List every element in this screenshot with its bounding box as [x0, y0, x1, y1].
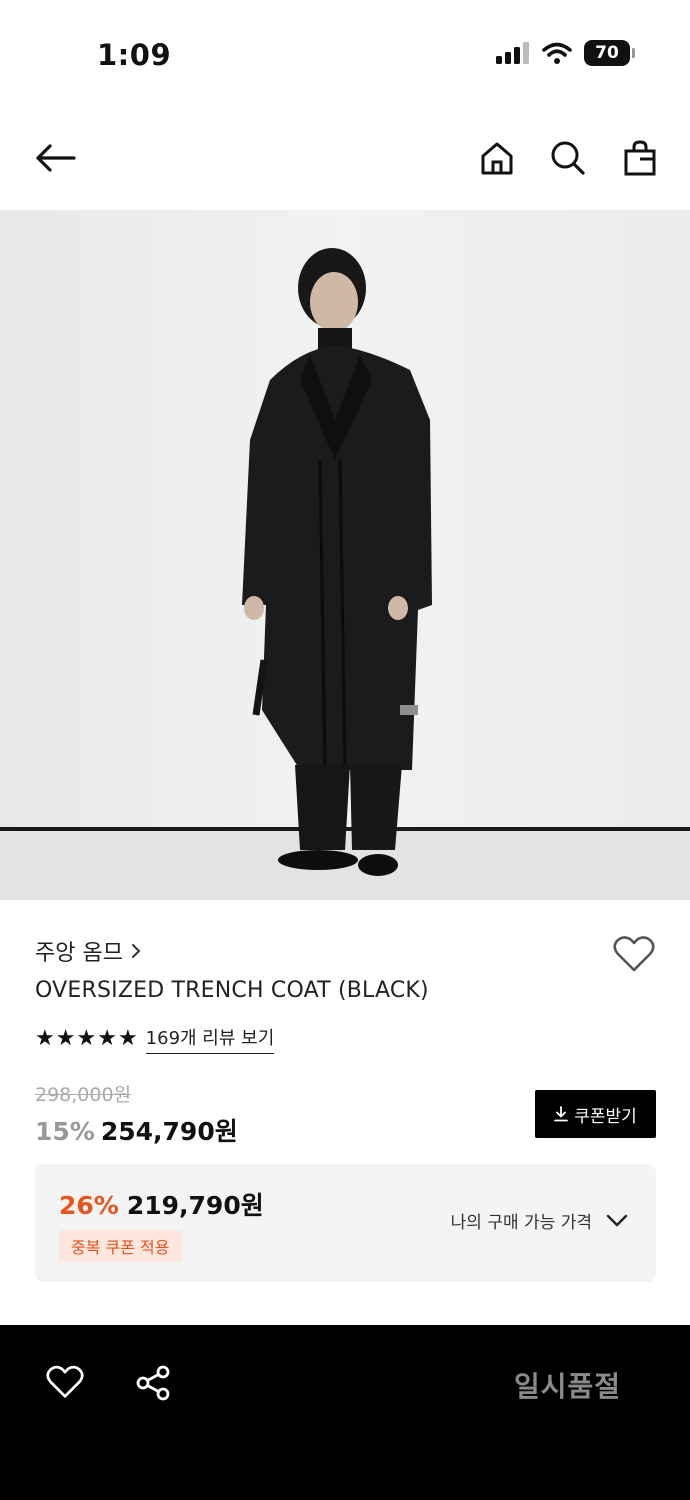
original-price: 298,000원 [35, 1084, 132, 1106]
best-price-box[interactable]: 26% 219,790원 중복 쿠폰 적용 나의 구매 가능 가격 [35, 1164, 656, 1282]
status-time: 1:09 [97, 38, 172, 72]
best-discount-rate: 26% [59, 1191, 119, 1220]
price-row: 15% 254,790원 [35, 1112, 238, 1148]
top-nav [0, 120, 690, 200]
wishlist-button[interactable] [613, 935, 655, 977]
coupon-download-button[interactable]: 쿠폰받기 [535, 1090, 656, 1138]
best-price-row: 26% 219,790원 [59, 1186, 264, 1222]
cart-button[interactable] [617, 135, 663, 181]
duplicate-coupon-badge: 중복 쿠폰 적용 [59, 1230, 182, 1262]
coupon-button-label: 쿠폰받기 [574, 1106, 637, 1127]
sale-price: 254,790원 [100, 1117, 238, 1146]
bottom-action-bar: 일시품절 [0, 1325, 690, 1500]
discount-rate: 15% [35, 1117, 95, 1146]
product-name: OVERSIZED TRENCH COAT (BLACK) [35, 978, 429, 1003]
star-icon: ★ [76, 1026, 97, 1051]
brand-name: 주앙 옴므 [35, 941, 123, 966]
product-photo [0, 210, 690, 900]
heart-outline-icon [613, 936, 655, 972]
brand-link[interactable]: 주앙 옴므 [35, 935, 141, 967]
best-price: 219,790원 [126, 1191, 264, 1220]
chevron-down-icon [606, 1214, 628, 1226]
review-link[interactable]: 169개 리뷰 보기 [145, 1024, 275, 1054]
heart-icon [46, 1365, 84, 1398]
home-icon [481, 142, 513, 175]
rating-stars: ★ ★ ★ ★ ★ [35, 1028, 138, 1050]
shopping-bag-icon [624, 140, 656, 176]
chevron-right-icon [131, 944, 141, 958]
search-icon [551, 141, 585, 175]
star-icon: ★ [35, 1026, 55, 1051]
search-button[interactable] [545, 135, 591, 181]
star-icon: ★ [97, 1026, 117, 1051]
share-icon [136, 1365, 170, 1401]
share-button[interactable] [135, 1365, 171, 1405]
star-icon: ★ [55, 1026, 76, 1051]
back-button[interactable] [30, 135, 80, 181]
soldout-button[interactable]: 일시품절 [514, 1365, 621, 1405]
battery-level: 70 [595, 43, 619, 63]
back-arrow-icon [36, 144, 76, 172]
battery-icon: 70 [584, 40, 635, 66]
wifi-icon [542, 42, 572, 64]
star-icon: ★ [117, 1026, 138, 1051]
status-bar: 1:09 70 [0, 0, 690, 100]
signal-icon [496, 42, 529, 64]
my-price-toggle[interactable]: 나의 구매 가능 가격 [451, 1208, 628, 1233]
my-price-label: 나의 구매 가능 가격 [450, 1213, 592, 1233]
bottom-wishlist-button[interactable] [46, 1365, 84, 1403]
product-image[interactable] [0, 210, 690, 900]
status-icons: 70 [496, 40, 635, 66]
home-button[interactable] [474, 135, 520, 181]
download-icon [554, 1106, 569, 1122]
rating-row: ★ ★ ★ ★ ★ 169개 리뷰 보기 [35, 1024, 275, 1054]
